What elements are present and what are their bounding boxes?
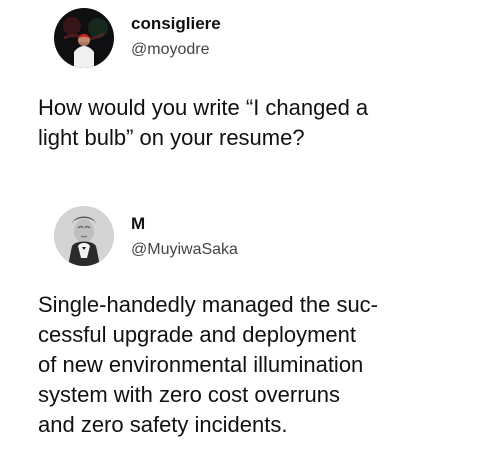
- tweet-text-line: Single-handedly managed the suc-: [38, 292, 379, 317]
- display-name[interactable]: consigliere: [131, 14, 221, 34]
- tweet-author: consigliere @moyodre: [131, 14, 221, 60]
- tweet-text-line: light bulb” on your resume?: [38, 125, 305, 150]
- tweet-text: Single-handedly managed the suc- cessful…: [38, 290, 468, 440]
- tweet-text-line: cessful upgrade and deployment: [38, 322, 356, 347]
- profile-photo-icon: [54, 8, 114, 68]
- handle[interactable]: @MuyiwaSaka: [131, 240, 238, 260]
- avatar[interactable]: [54, 8, 114, 68]
- tweet-1[interactable]: consigliere @moyodre How would you write…: [0, 0, 500, 200]
- portrait-photo-icon: [54, 206, 114, 266]
- tweet-text-line: system with zero cost overruns: [38, 382, 340, 407]
- avatar[interactable]: [54, 206, 114, 266]
- tweet-author: M @MuyiwaSaka: [131, 214, 238, 260]
- tweet-text: How would you write “I changed a light b…: [38, 93, 468, 153]
- handle[interactable]: @moyodre: [131, 40, 221, 60]
- tweet-2[interactable]: M @MuyiwaSaka Single-handedly managed th…: [0, 200, 500, 474]
- tweet-text-line: How would you write “I changed a: [38, 95, 369, 120]
- display-name[interactable]: M: [131, 214, 238, 234]
- tweet-text-line: of new environmental illumination: [38, 352, 364, 377]
- tweet-text-line: and zero safety incidents.: [38, 412, 288, 437]
